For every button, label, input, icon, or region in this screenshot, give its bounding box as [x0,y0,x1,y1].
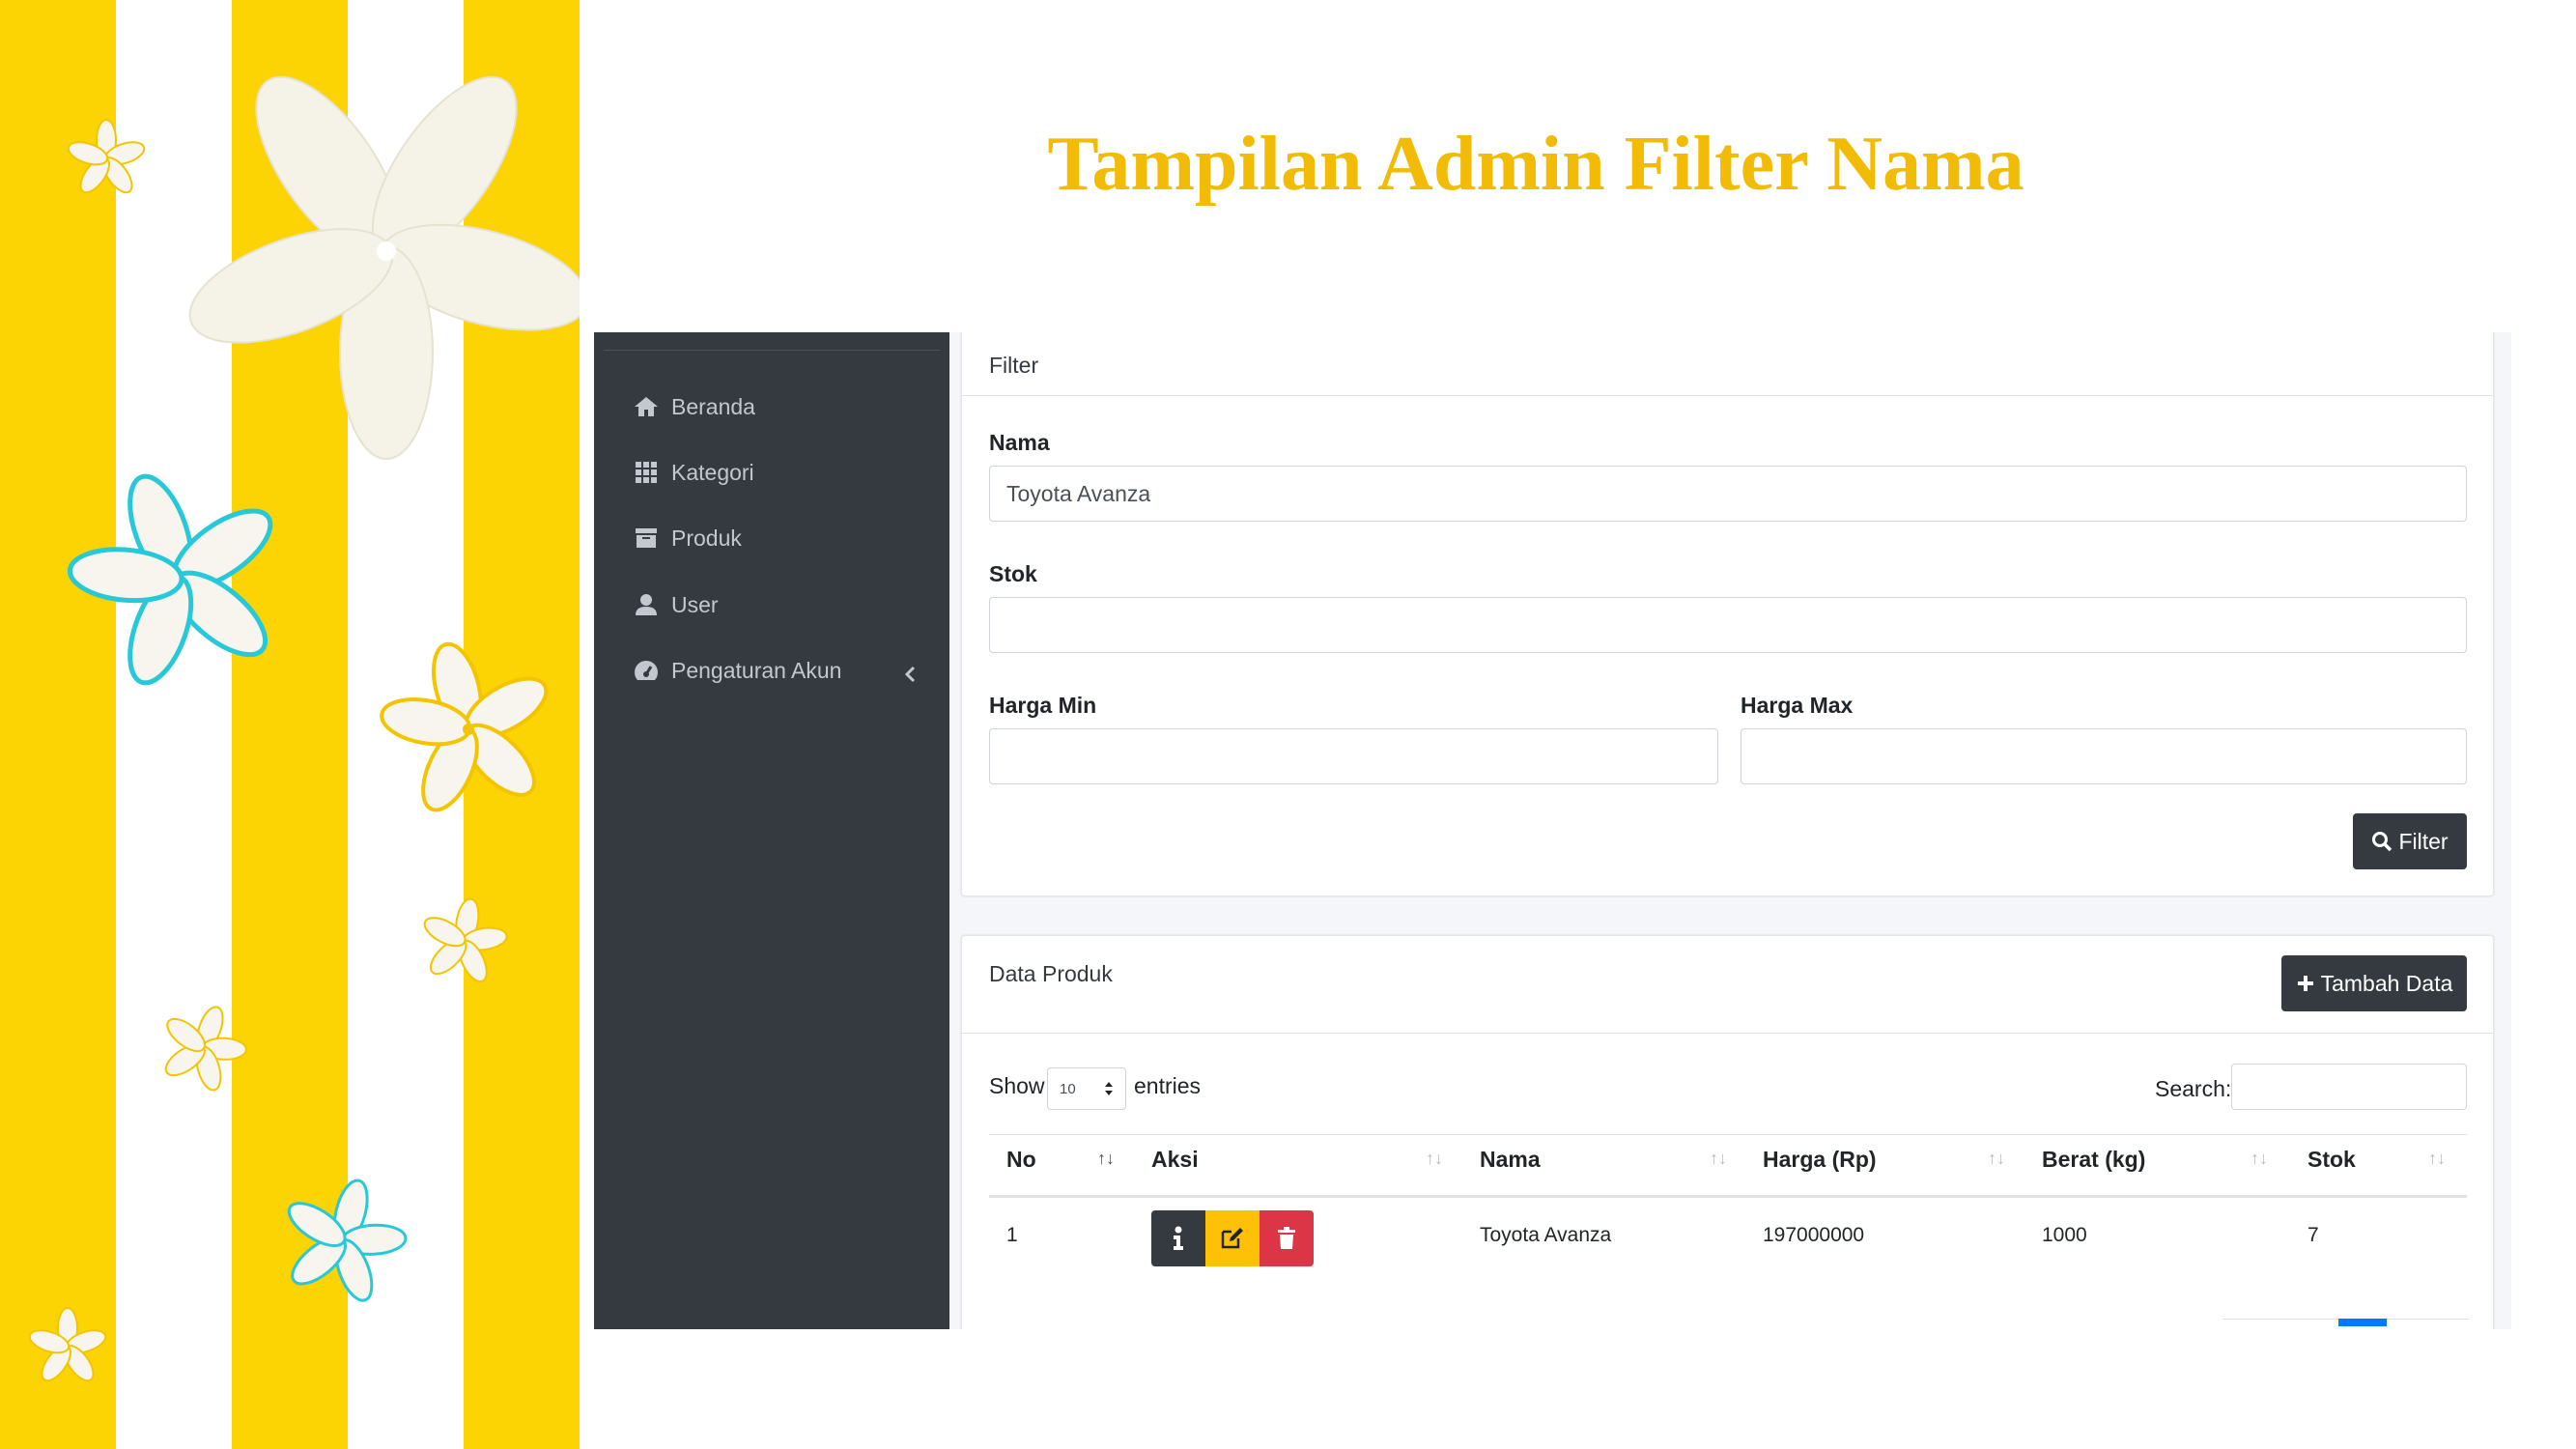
tambah-data-label: Tambah Data [2320,970,2453,996]
user-icon [633,591,660,618]
sort-icon[interactable]: ↑↓ [2250,1149,2268,1169]
data-card-header: Data Produk Tambah Data [962,936,2493,1034]
harga-max-input[interactable] [1741,728,2467,784]
cell-stok: 7 [2307,1224,2319,1246]
nama-label: Nama [989,430,1050,455]
table-header-border [989,1195,2467,1198]
sidebar-divider [604,350,940,351]
stok-label: Stok [989,561,1037,586]
column-header-no[interactable]: No [1006,1147,1036,1173]
filter-card: Filter Nama Toyota Avanza Stok Harga Min… [961,332,2494,896]
entries-select[interactable]: 10 [1047,1067,1126,1110]
delete-button[interactable] [1260,1210,1314,1266]
column-header-nama[interactable]: Nama [1480,1147,1541,1173]
sort-icon[interactable]: ↑↓ [1988,1149,2005,1169]
column-header-aksi[interactable]: Aksi [1151,1147,1199,1173]
sidebar-item-label: Kategori [671,459,754,485]
cell-no: 1 [1006,1224,1018,1246]
sort-icon[interactable]: ↑↓ [1710,1149,1727,1169]
archive-icon [633,525,660,552]
column-header-harga[interactable]: Harga (Rp) [1763,1147,1877,1173]
cell-harga: 197000000 [1763,1224,1865,1246]
table-top-border [989,1134,2467,1135]
data-produk-card: Data Produk Tambah Data Show 10 entries … [961,935,2494,1329]
filter-button[interactable]: Filter [2353,813,2467,869]
show-label: Show [989,1073,1045,1098]
harga-min-label: Harga Min [989,693,1097,718]
sidebar-item-kategori[interactable]: Kategori [633,453,754,492]
table-row: 1 Toyota Avanza 197000000 1000 7 [989,1199,2467,1276]
table-header: No ↑↓ Aksi ↑↓ Nama ↑↓ Harga (Rp) ↑↓ Bera… [989,1147,2467,1195]
chevron-left-icon[interactable] [899,661,920,688]
entries-value: 10 [1060,1081,1076,1097]
harga-min-input[interactable] [989,728,1718,784]
column-header-berat[interactable]: Berat (kg) [2042,1147,2145,1173]
sidebar-item-pengaturan-akun[interactable]: Pengaturan Akun [633,651,841,690]
pagination-active-page[interactable] [2338,1319,2387,1326]
harga-max-label: Harga Max [1741,693,1854,718]
sidebar-item-user[interactable]: User [633,585,719,624]
plus-icon [2297,976,2313,991]
cell-berat: 1000 [2042,1224,2087,1246]
sidebar-item-label: Beranda [671,393,755,419]
decorative-background [0,0,580,1449]
sort-asc-icon[interactable]: ↑↓ [1097,1149,1115,1169]
info-icon [1174,1226,1183,1250]
filter-card-header: Filter [962,332,2493,396]
sidebar-item-label: User [671,591,719,617]
nama-input[interactable]: Toyota Avanza [989,466,2467,522]
home-icon [633,393,660,420]
flower-decoration [28,75,580,1382]
column-header-stok[interactable]: Stok [2307,1147,2356,1173]
stok-input[interactable] [989,597,2467,653]
detail-button[interactable] [1151,1210,1205,1266]
sidebar: Beranda Kategori Produk User Pengaturan … [594,332,949,1329]
admin-screenshot: Beranda Kategori Produk User Pengaturan … [594,332,2511,1329]
slide-title: Tampilan Admin Filter Nama [1047,122,2024,207]
dashboard-icon [633,657,660,684]
sort-icon[interactable]: ↑↓ [1426,1149,1443,1169]
search-input[interactable] [2231,1064,2467,1110]
entries-label: entries [1134,1073,1202,1098]
search-icon [2372,832,2392,852]
sidebar-item-label: Pengaturan Akun [671,657,842,683]
trash-icon [1278,1227,1295,1249]
search-label: Search: [2155,1076,2232,1101]
sidebar-item-beranda[interactable]: Beranda [633,387,755,426]
pagination[interactable] [2222,1319,2469,1329]
filter-card-title: Filter [989,353,1039,378]
cell-nama: Toyota Avanza [1480,1224,1612,1246]
tambah-data-button[interactable]: Tambah Data [2281,955,2467,1011]
filter-button-label: Filter [2398,828,2449,854]
sidebar-item-label: Produk [671,525,742,551]
select-arrows-icon [1105,1082,1113,1095]
grid-icon [633,459,660,486]
edit-button[interactable] [1205,1210,1260,1266]
sidebar-item-produk[interactable]: Produk [633,519,742,557]
data-card-title: Data Produk [989,961,1113,986]
sort-icon[interactable]: ↑↓ [2428,1149,2446,1169]
edit-icon [1221,1228,1243,1249]
